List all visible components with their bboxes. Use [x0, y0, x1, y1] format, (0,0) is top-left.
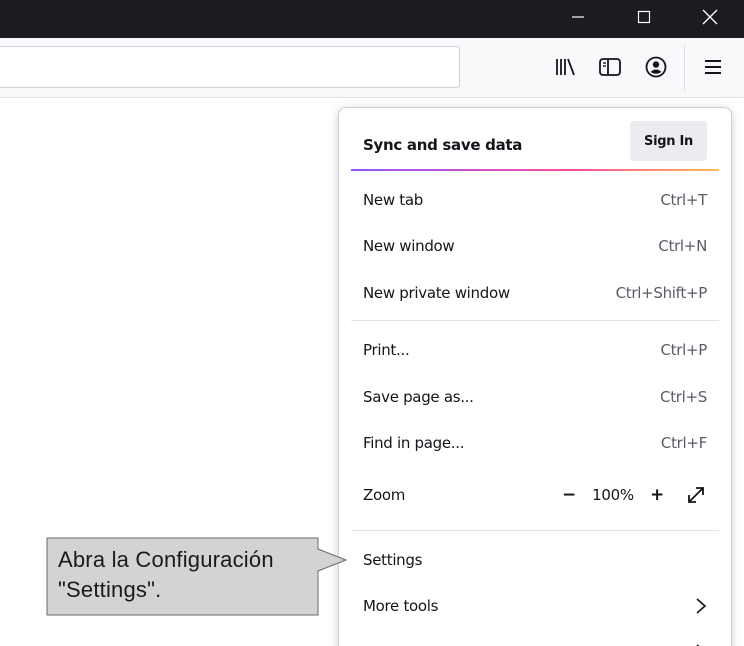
callout-line-2: "Settings". — [58, 577, 162, 602]
callout-text: Abra la Configuración "Settings". — [58, 545, 316, 605]
callout-line-1: Abra la Configuración — [58, 547, 274, 572]
